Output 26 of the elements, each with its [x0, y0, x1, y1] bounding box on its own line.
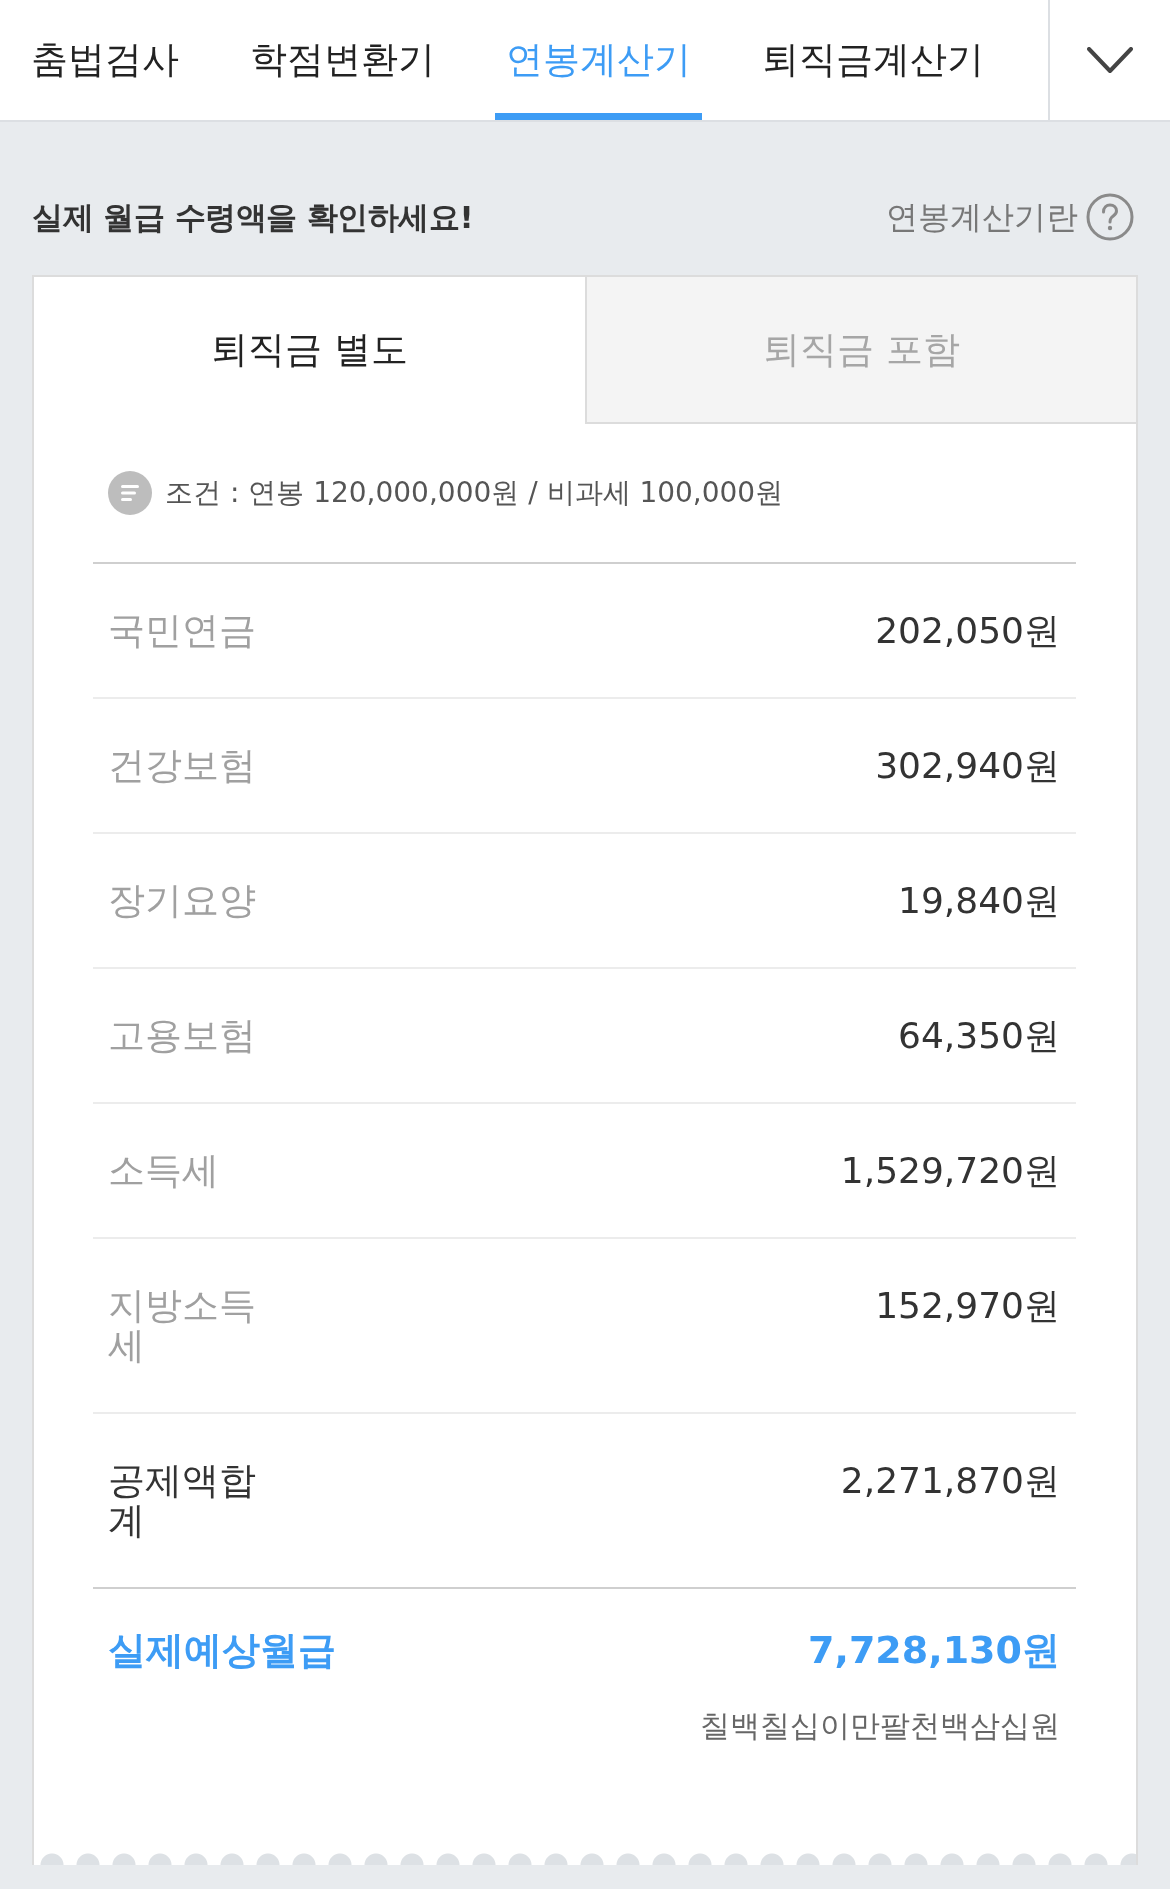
- deduction-label: 장기요양: [108, 881, 257, 921]
- deduction-amount: 19,840원: [898, 881, 1060, 921]
- deduction-label: 국민연금: [108, 611, 257, 651]
- page-heading: 실제 월급 수령액을 확인하세요!: [32, 198, 473, 237]
- total-deduction-amount: 2,271,870원: [840, 1461, 1060, 1501]
- deduction-label: 건강보험: [108, 746, 257, 786]
- deduction-amount: 202,050원: [875, 611, 1060, 651]
- deduction-label: 소득세: [108, 1151, 220, 1191]
- net-pay-label: 실제예상월급: [108, 1627, 336, 1674]
- nav-tab[interactable]: 퇴직금계산기: [751, 0, 995, 120]
- deduction-label: 지방소득세: [108, 1286, 257, 1366]
- total-deduction-label: 공제액합계: [108, 1461, 257, 1541]
- list-icon: [108, 471, 152, 515]
- help-link[interactable]: 연봉계산기란: [886, 193, 1134, 241]
- net-pay-amount: 7,728,130원: [808, 1627, 1060, 1674]
- chevron-down-icon: [1087, 46, 1133, 74]
- deduction-amount: 302,940원: [875, 746, 1060, 786]
- nav-tab[interactable]: 춤법검사: [20, 0, 190, 120]
- amount-in-words: 칠백칠십이만팔천백삼십원: [700, 1708, 1060, 1744]
- nav-tab[interactable]: 학점변환기: [239, 0, 446, 120]
- deduction-amount: 152,970원: [875, 1286, 1060, 1326]
- help-icon: [1086, 193, 1134, 241]
- deduction-amount: 64,350원: [898, 1016, 1060, 1056]
- condition-text: 조건 : 연봉 120,000,000원 / 비과세 100,000원: [165, 475, 784, 511]
- deduction-label: 고용보험: [108, 1016, 257, 1056]
- deduction-amount: 1,529,720원: [840, 1151, 1060, 1191]
